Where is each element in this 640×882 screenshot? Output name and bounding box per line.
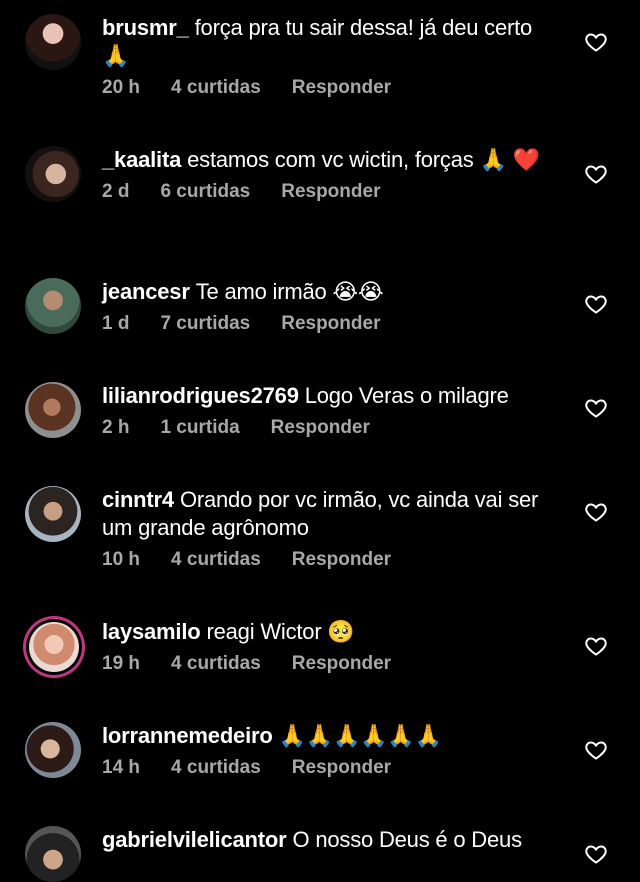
reply-button[interactable]: Responder: [292, 756, 391, 780]
comment-time: 10 h: [102, 549, 141, 570]
comment-text: 🙏🙏🙏🙏🙏🙏: [278, 723, 442, 748]
avatar[interactable]: [25, 722, 81, 778]
comment-username[interactable]: laysamilo: [102, 619, 201, 644]
comments-list: brusmr_ força pra tu sair dessa! já deu c…: [0, 0, 640, 882]
avatar[interactable]: [25, 486, 81, 542]
comment-text: Logo Veras o milagre: [304, 383, 509, 408]
comment-likes[interactable]: 4 curtidas: [171, 756, 261, 780]
comment-time: 1 d: [102, 313, 130, 334]
comment-username[interactable]: lilianrodrigues2769: [102, 383, 299, 408]
comment-time: 2 h: [102, 417, 130, 438]
avatar[interactable]: [25, 382, 81, 438]
avatar[interactable]: [25, 14, 81, 70]
comment-time: 2 d: [102, 181, 130, 202]
avatar[interactable]: [25, 146, 81, 202]
reply-button[interactable]: Responder: [292, 76, 391, 100]
comment-likes[interactable]: 4 curtidas: [171, 652, 261, 676]
heart-outline-icon[interactable]: [584, 738, 608, 762]
reply-button[interactable]: Responder: [292, 548, 391, 572]
comment-username[interactable]: gabrielvilelicantor: [102, 827, 287, 852]
comment-username[interactable]: cinntr4: [102, 487, 174, 512]
reply-button[interactable]: Responder: [281, 180, 380, 204]
comment-likes[interactable]: 4 curtidas: [171, 76, 261, 100]
comment-likes[interactable]: 4 curtidas: [171, 548, 261, 572]
heart-outline-icon[interactable]: [584, 842, 608, 866]
heart-outline-icon[interactable]: [584, 500, 608, 524]
comment-username[interactable]: _kaalita: [102, 147, 181, 172]
comment-time: 19 h: [102, 653, 141, 674]
comment-likes[interactable]: 7 curtidas: [160, 312, 250, 336]
heart-outline-icon[interactable]: [584, 30, 608, 54]
comment-text: Te amo irmão 😭😭: [195, 279, 384, 304]
avatar[interactable]: [29, 622, 79, 672]
comment-username[interactable]: lorrannemedeiro: [102, 723, 273, 748]
reply-button[interactable]: Responder: [292, 652, 391, 676]
comment-username[interactable]: jeancesr: [102, 279, 190, 304]
comment-likes[interactable]: 6 curtidas: [160, 180, 250, 204]
comment-username[interactable]: brusmr_: [102, 15, 189, 40]
heart-outline-icon[interactable]: [584, 292, 608, 316]
reply-button[interactable]: Responder: [281, 312, 380, 336]
heart-outline-icon[interactable]: [584, 634, 608, 658]
comment-text: O nosso Deus é o Deus: [292, 827, 523, 852]
comment-text: reagi Wictor 🥺: [206, 619, 355, 644]
heart-outline-icon[interactable]: [584, 162, 608, 186]
comment-likes[interactable]: 1 curtida: [160, 416, 239, 440]
comment-time: 20 h: [102, 77, 141, 98]
comment-time: 14 h: [102, 757, 141, 778]
avatar[interactable]: [25, 826, 81, 882]
heart-outline-icon[interactable]: [584, 396, 608, 420]
comment-text: estamos com vc wictin, forças 🙏 ❤️: [187, 147, 540, 172]
reply-button[interactable]: Responder: [271, 416, 370, 440]
avatar[interactable]: [25, 278, 81, 334]
